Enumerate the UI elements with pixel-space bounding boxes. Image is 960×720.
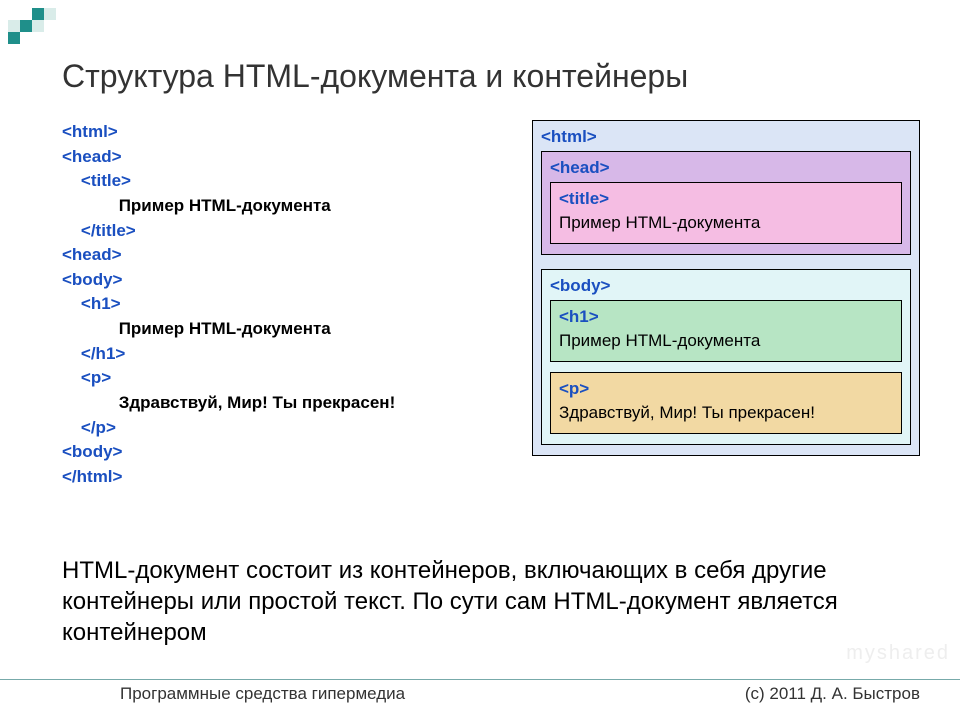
code-tag: <html>: [62, 122, 118, 141]
diagram-label: <p>: [559, 379, 589, 398]
code-tag: <h1>: [81, 294, 121, 313]
code-tag: <body>: [62, 442, 122, 461]
footer-right: (с) 2011 Д. А. Быстров: [745, 684, 920, 704]
code-tag: <head>: [62, 147, 122, 166]
footer: Программные средства гипермедиа (с) 2011…: [0, 679, 960, 704]
diagram-head-box: <head> <title> Пример HTML-документа: [541, 151, 911, 255]
code-tag: </title>: [81, 221, 136, 240]
diagram-p-box: <p> Здравствуй, Мир! Ты прекрасен!: [550, 372, 902, 434]
code-text: Здравствуй, Мир! Ты прекрасен!: [119, 393, 396, 412]
logo-icon: [8, 8, 68, 56]
diagram-label: <title>: [559, 189, 609, 208]
code-text: Пример HTML-документа: [119, 319, 331, 338]
diagram-body-box: <body> <h1> Пример HTML-документа <p> Зд…: [541, 269, 911, 445]
diagram-label: <body>: [550, 276, 610, 295]
diagram-title-box: <title> Пример HTML-документа: [550, 182, 902, 244]
code-tag: <p>: [81, 368, 111, 387]
code-text: Пример HTML-документа: [119, 196, 331, 215]
container-diagram: <html> <head> <title> Пример HTML-докуме…: [532, 120, 920, 490]
diagram-label: <head>: [550, 158, 610, 177]
code-tag: </html>: [62, 467, 122, 486]
slide-title: Структура HTML-документа и контейнеры: [62, 58, 688, 95]
code-tag: </p>: [81, 418, 116, 437]
code-listing: <html> <head> <title> Пример HTML-докуме…: [62, 120, 502, 490]
watermark: myshared: [846, 642, 950, 665]
diagram-text: Пример HTML-документа: [559, 213, 893, 233]
diagram-html-box: <html> <head> <title> Пример HTML-докуме…: [532, 120, 920, 456]
code-tag: <body>: [62, 270, 122, 289]
description-paragraph: HTML-документ состоит из контейнеров, вк…: [62, 555, 900, 649]
diagram-text: Пример HTML-документа: [559, 331, 893, 351]
footer-left: Программные средства гипермедиа: [120, 684, 405, 704]
diagram-label: <html>: [541, 127, 597, 146]
code-tag: <head>: [62, 245, 122, 264]
diagram-h1-box: <h1> Пример HTML-документа: [550, 300, 902, 362]
diagram-text: Здравствуй, Мир! Ты прекрасен!: [559, 403, 893, 423]
code-tag: <title>: [81, 171, 131, 190]
diagram-label: <h1>: [559, 307, 599, 326]
code-tag: </h1>: [81, 344, 125, 363]
